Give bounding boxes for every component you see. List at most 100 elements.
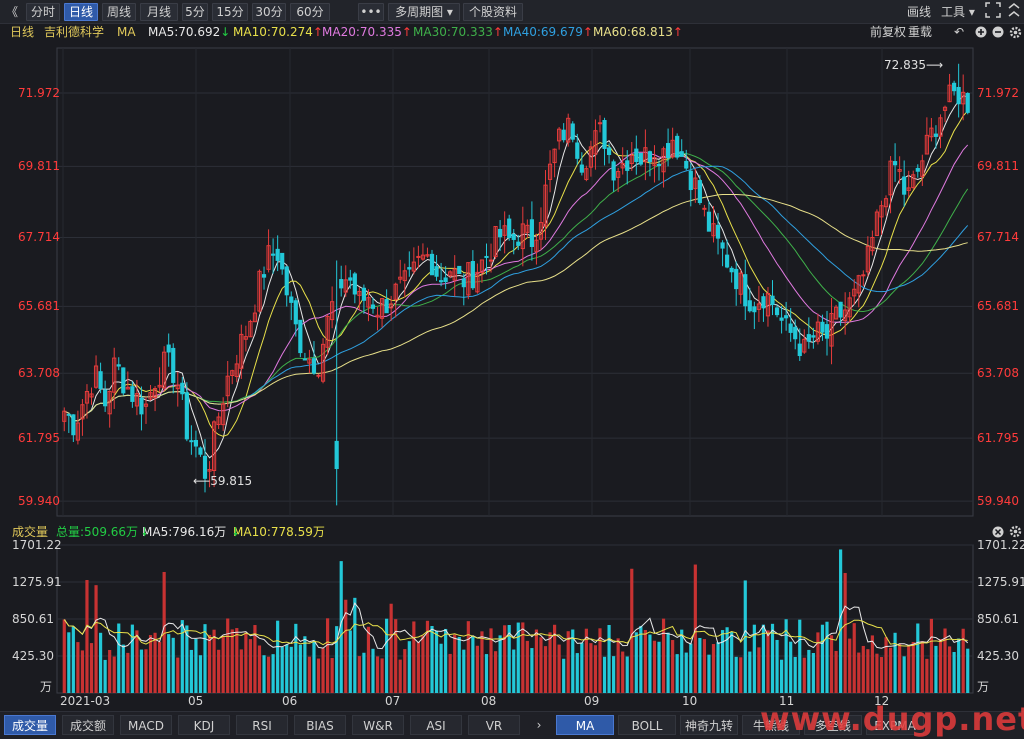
indicator-tab-1[interactable]: BOLL xyxy=(618,715,676,735)
candlesticks xyxy=(62,63,970,506)
period-button-1[interactable]: 日线 xyxy=(64,3,98,21)
volume-bar xyxy=(235,628,239,693)
candle-down xyxy=(902,176,907,195)
volume-bar xyxy=(798,619,802,693)
volume-bar xyxy=(548,632,552,693)
stock-info-button[interactable]: 个股资料 xyxy=(463,3,523,21)
volume-bar xyxy=(121,644,125,693)
volume-bar xyxy=(543,646,548,693)
volume-bar xyxy=(566,631,570,693)
volume-bar xyxy=(471,636,475,693)
low-price-label: 59.815 xyxy=(210,474,253,488)
draw-line-button[interactable]: 画线 xyxy=(907,3,931,21)
arrow-up-icon: ↑ xyxy=(492,25,503,39)
tab-2[interactable]: MACD xyxy=(120,715,172,735)
price-tick-right: 63.708 xyxy=(977,366,1019,381)
candle-down xyxy=(171,347,176,383)
volume-bar xyxy=(412,621,416,693)
volume-bar xyxy=(217,649,221,693)
tools-dropdown[interactable]: 工具 ▾ xyxy=(941,3,975,21)
tab-6[interactable]: W&R xyxy=(352,715,404,735)
tab-8[interactable]: VR xyxy=(468,715,520,735)
candle-down xyxy=(311,358,317,374)
indicator-tab-2[interactable]: 神奇九转 xyxy=(680,715,738,735)
volume-bar xyxy=(321,648,325,693)
candle-down xyxy=(697,180,702,204)
ma-lines xyxy=(64,95,969,459)
tab-scroll-right-icon[interactable]: › xyxy=(530,715,548,735)
volume-bar xyxy=(861,645,865,693)
candle-down xyxy=(193,439,199,447)
volume-bar xyxy=(657,641,661,693)
candle-down xyxy=(679,151,684,157)
tab-1[interactable]: 成交额 xyxy=(62,715,114,735)
fq-button[interactable]: 前复权 xyxy=(870,24,906,40)
volume-bar xyxy=(462,649,466,693)
volume-bar xyxy=(348,630,352,693)
volume-bar xyxy=(829,635,834,693)
volume-bar xyxy=(770,623,775,693)
price-tick-right: 69.811 xyxy=(977,159,1019,174)
volume-bar xyxy=(898,644,902,693)
undo-icon[interactable]: ↶ xyxy=(954,24,964,40)
volume-bar xyxy=(271,654,275,693)
candle-down xyxy=(298,319,303,354)
volume-bar xyxy=(888,647,893,693)
collapse-icon[interactable] xyxy=(1007,2,1021,20)
stock-name: 吉利德科学 xyxy=(44,25,105,39)
volume-bar xyxy=(484,654,489,693)
time-tick: 07 xyxy=(385,694,401,708)
volume-bar xyxy=(925,658,929,693)
time-tick: 05 xyxy=(188,694,204,708)
volume-bar xyxy=(947,646,952,693)
volume-bar xyxy=(276,620,280,693)
candle-down xyxy=(484,255,489,258)
candle-down xyxy=(838,301,843,318)
more-button[interactable]: ••• xyxy=(358,3,384,21)
arrow-down-icon: 🠗 xyxy=(233,525,239,539)
period-button-5[interactable]: 15分 xyxy=(212,3,248,21)
volume-tick-left: 425.30 xyxy=(12,649,54,663)
volume-chart[interactable] xyxy=(0,541,1024,711)
candle-down xyxy=(275,248,280,261)
time-tick: 10 xyxy=(682,694,698,708)
period-button-7[interactable]: 60分 xyxy=(290,3,330,21)
period-button-4[interactable]: 5分 xyxy=(182,3,208,21)
period-button-0[interactable]: 分时 xyxy=(26,3,60,21)
indicator-tab-0[interactable]: MA xyxy=(556,715,614,735)
tab-3[interactable]: KDJ xyxy=(178,715,230,735)
period-button-3[interactable]: 月线 xyxy=(140,3,178,21)
volume-bar xyxy=(816,632,820,693)
tab-4[interactable]: RSI xyxy=(236,715,288,735)
volume-tick-left: 850.61 xyxy=(12,612,54,626)
volume-bar xyxy=(612,656,616,693)
double-chevron-left-icon[interactable]: 《 xyxy=(6,3,18,21)
period-button-6[interactable]: 30分 xyxy=(252,3,286,21)
volume-bar xyxy=(126,652,130,693)
candle-up xyxy=(702,207,707,210)
candle-up xyxy=(316,374,321,377)
price-chart[interactable] xyxy=(0,40,1024,524)
candle-up xyxy=(416,255,421,258)
volume-bar xyxy=(439,643,443,693)
period-button-2[interactable]: 周线 xyxy=(102,3,136,21)
volume-bar xyxy=(262,655,266,693)
volume-bar xyxy=(748,651,752,693)
volume-bar xyxy=(362,652,366,693)
ma-line-ma30 xyxy=(64,152,969,422)
tab-7[interactable]: ASI xyxy=(410,715,462,735)
fullscreen-icon[interactable] xyxy=(985,2,1001,20)
volume-bar xyxy=(852,623,856,693)
tab-0[interactable]: 成交量 xyxy=(4,715,56,735)
candle-down xyxy=(747,300,752,312)
multi-period-dropdown[interactable]: 多周期图 ▾ xyxy=(388,3,460,21)
volume-bar xyxy=(385,618,389,693)
volume-bar xyxy=(457,636,461,693)
volume-bar xyxy=(707,654,711,693)
volume-bar xyxy=(153,632,157,693)
tab-5[interactable]: BIAS xyxy=(294,715,346,735)
reload-button[interactable]: 重载 xyxy=(908,24,932,40)
candle-down xyxy=(166,344,171,353)
volume-bar xyxy=(103,659,107,693)
volume-bar xyxy=(870,635,874,693)
